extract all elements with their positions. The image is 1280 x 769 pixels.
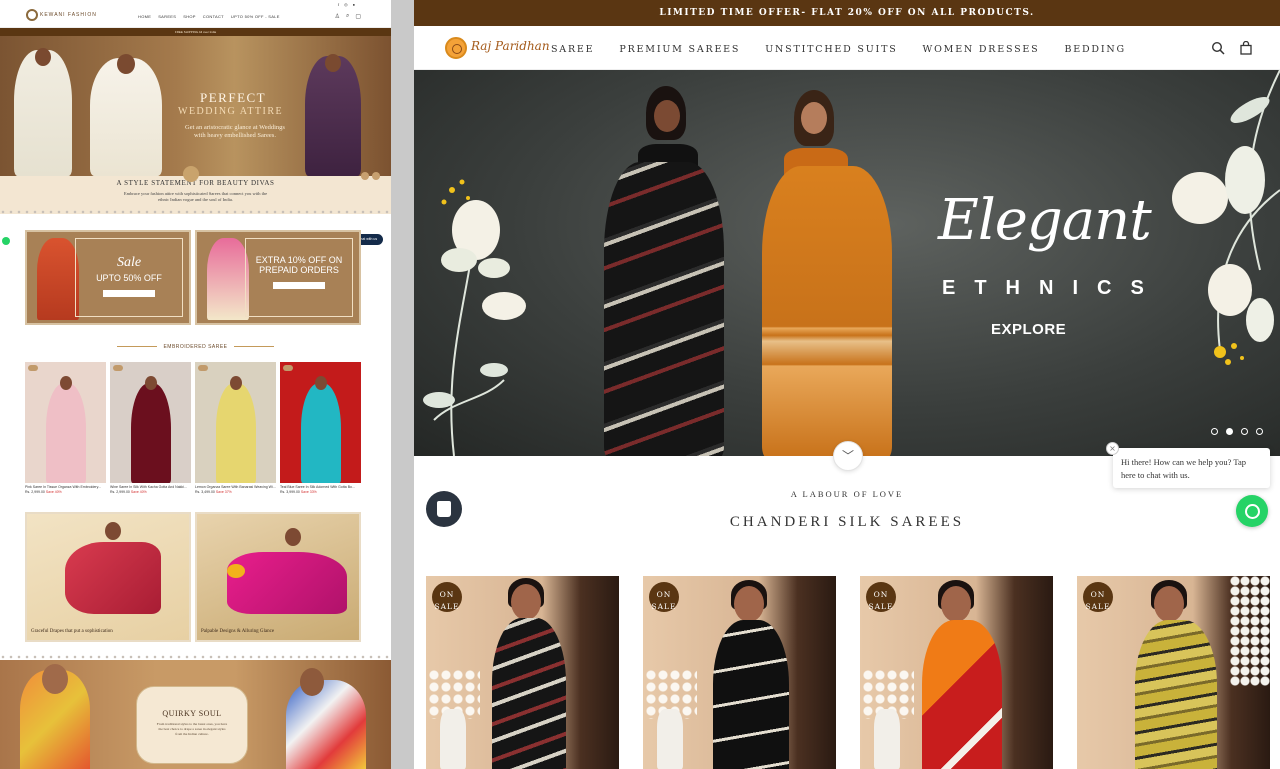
left-hero-banner[interactable]: PERFECT WEDDING ATTIRE Get an aristocrat… — [0, 36, 391, 176]
on-sale-badge: ON SALE — [432, 582, 462, 612]
left-promo-sale[interactable]: Sale UPTO 50% OFF — [25, 230, 191, 325]
left-product-image[interactable] — [280, 362, 361, 483]
chevron-down-icon[interactable]: ﹀ — [833, 441, 863, 471]
left-shipping-bar: FREE SHIPPING All over India — [0, 28, 391, 36]
left-lifestyle-card[interactable]: Palpable Designs & Alluring Glance — [195, 512, 361, 642]
left-cart-icon[interactable]: ▢ — [355, 13, 361, 20]
search-icon[interactable] — [1211, 41, 1225, 55]
announcement-bar[interactable]: LIMITED TIME OFFER- FLAT 20% OFF ON ALL … — [414, 0, 1280, 26]
nav-item-unstitched-suits[interactable]: UNSTITCHED SUITS — [765, 44, 897, 55]
divider — [0, 209, 391, 215]
nav-item-premium-sarees[interactable]: PREMIUM SAREES — [619, 44, 740, 55]
hero-banner[interactable]: Elegant ETHNICS EXPLORE — [414, 70, 1280, 456]
quirky-card: QUIRKY SOUL From traditional styles to t… — [136, 686, 248, 764]
left-hero-title: PERFECT — [200, 90, 267, 105]
slide-dot-3[interactable] — [1241, 428, 1248, 435]
left-section-title: EMBROIDERED SAREE — [0, 344, 391, 350]
left-hero-model — [14, 48, 72, 176]
chat-tooltip[interactable]: Hi there! How can we help you? Tap here … — [1113, 448, 1270, 488]
slide-dot-1[interactable] — [1211, 428, 1218, 435]
floral-decoration-left — [423, 179, 526, 456]
left-social-icons[interactable]: f ◎ ● — [338, 2, 357, 7]
product-card[interactable]: ON SALE — [643, 576, 836, 769]
hero-model-left — [594, 86, 724, 456]
left-product-info[interactable]: Lemon Organza Saree With Banarasi Weavin… — [195, 485, 276, 495]
close-icon[interactable]: × — [1106, 442, 1119, 455]
left-hero-text: Get an aristocratic glance at Weddings w… — [185, 124, 285, 139]
promo-script: Sale — [116, 255, 142, 270]
logo-icon[interactable] — [445, 37, 467, 59]
shopping-bag-icon[interactable] — [1239, 41, 1253, 55]
left-product-info[interactable]: Teal Blue Saree In Silk Adorned With Got… — [280, 485, 361, 495]
promo-button[interactable] — [103, 290, 155, 297]
on-sale-badge: ON SALE — [1083, 582, 1113, 612]
left-quirky-banner[interactable]: QUIRKY SOUL From traditional styles to t… — [0, 660, 391, 769]
left-nav-item[interactable]: UPTO 50% OFF - SALE — [231, 14, 280, 19]
whatsapp-icon[interactable] — [1236, 495, 1268, 527]
logo-text[interactable]: Raj Paridhan — [471, 39, 550, 53]
nav-item-saree[interactable]: SAREE — [551, 44, 594, 55]
left-header: KEWANI FASHION HOME SAREES SHOP CONTACT … — [0, 0, 391, 28]
product-card[interactable]: ON SALE — [860, 576, 1053, 769]
quirky-title: QUIRKY SOUL — [162, 709, 222, 718]
left-product-image[interactable] — [195, 362, 276, 483]
promo-text: EXTRA 10% OFF ON PREPAID ORDERS — [255, 255, 343, 275]
left-promo-prepaid[interactable]: EXTRA 10% OFF ON PREPAID ORDERS — [195, 230, 361, 325]
hero-model-right — [754, 86, 894, 456]
left-product-info[interactable]: Wine Saree In Silk With Kacha Gotta And … — [110, 485, 191, 495]
left-account-icon[interactable]: ♙ — [335, 13, 340, 20]
left-nav-item[interactable]: HOME — [138, 14, 151, 19]
left-slider-dots[interactable] — [361, 172, 380, 180]
hero-subtitle: ETHNICS — [942, 277, 1163, 299]
product-card[interactable]: ON SALE — [1077, 576, 1270, 769]
hero-title: Elegant — [938, 188, 1152, 253]
left-product-image[interactable] — [25, 362, 106, 483]
promo-model — [207, 238, 249, 320]
slide-dot-2[interactable] — [1226, 428, 1233, 435]
on-sale-badge: ON SALE — [649, 582, 679, 612]
left-hero-model — [305, 54, 361, 176]
section-title: CHANDERI SILK SAREES — [729, 514, 965, 530]
window-divider — [391, 0, 414, 769]
promo-text: UPTO 50% OFF — [96, 273, 162, 283]
main-nav: SAREE PREMIUM SAREES UNSTITCHED SUITS WO… — [551, 44, 1151, 55]
left-product-info[interactable]: Pink Saree In Tissue Organza With Embroi… — [25, 485, 106, 495]
left-brand[interactable]: KEWANI FASHION — [40, 12, 97, 18]
section-kicker: A LABOUR OF LOVE — [790, 489, 904, 499]
nav-item-women-dresses[interactable]: WOMEN DRESSES — [923, 44, 1040, 55]
screenshot: KEWANI FASHION HOME SAREES SHOP CONTACT … — [0, 0, 1280, 769]
promo-model — [37, 238, 79, 320]
left-hero-model — [90, 54, 162, 176]
product-card[interactable]: ON SALE — [426, 576, 619, 769]
nav-item-bedding[interactable]: BEDDING — [1064, 44, 1125, 55]
left-nav: HOME SAREES SHOP CONTACT UPTO 50% OFF - … — [138, 14, 280, 19]
hero-explore-link[interactable]: EXPLORE — [991, 321, 1066, 338]
left-hero-subtitle: WEDDING ATTIRE — [178, 106, 284, 117]
floral-decoration-right — [1172, 70, 1280, 365]
left-product-image[interactable] — [110, 362, 191, 483]
left-whatsapp-icon[interactable] — [2, 237, 10, 245]
left-site-preview: KEWANI FASHION HOME SAREES SHOP CONTACT … — [0, 0, 391, 769]
main-site: LIMITED TIME OFFER- FLAT 20% OFF ON ALL … — [414, 0, 1280, 769]
left-nav-item[interactable]: SAREES — [158, 14, 176, 19]
slide-dot-4[interactable] — [1256, 428, 1263, 435]
promo-button[interactable] — [273, 282, 325, 289]
left-statement-text: Embrace your fashion attire with sophist… — [123, 191, 268, 202]
slider-dots — [1211, 428, 1263, 435]
left-ornament-icon — [183, 166, 199, 182]
left-nav-item[interactable]: SHOP — [183, 14, 196, 19]
left-lifestyle-card[interactable]: Graceful Drapes that put a sophisticatio… — [25, 512, 191, 642]
lifestyle-caption: Palpable Designs & Alluring Glance — [201, 629, 275, 634]
quirky-text: From traditional styles to the latest on… — [156, 722, 228, 736]
lifestyle-caption: Graceful Drapes that put a sophisticatio… — [31, 629, 113, 634]
on-sale-badge: ON SALE — [866, 582, 896, 612]
left-header-icons: ♙ ⌕ ▢ — [335, 13, 361, 20]
left-logo-icon[interactable] — [26, 9, 38, 21]
left-nav-item[interactable]: CONTACT — [203, 14, 224, 19]
site-header: Raj Paridhan SAREE PREMIUM SAREES UNSTIT… — [414, 26, 1280, 70]
left-search-icon[interactable]: ⌕ — [346, 13, 349, 20]
